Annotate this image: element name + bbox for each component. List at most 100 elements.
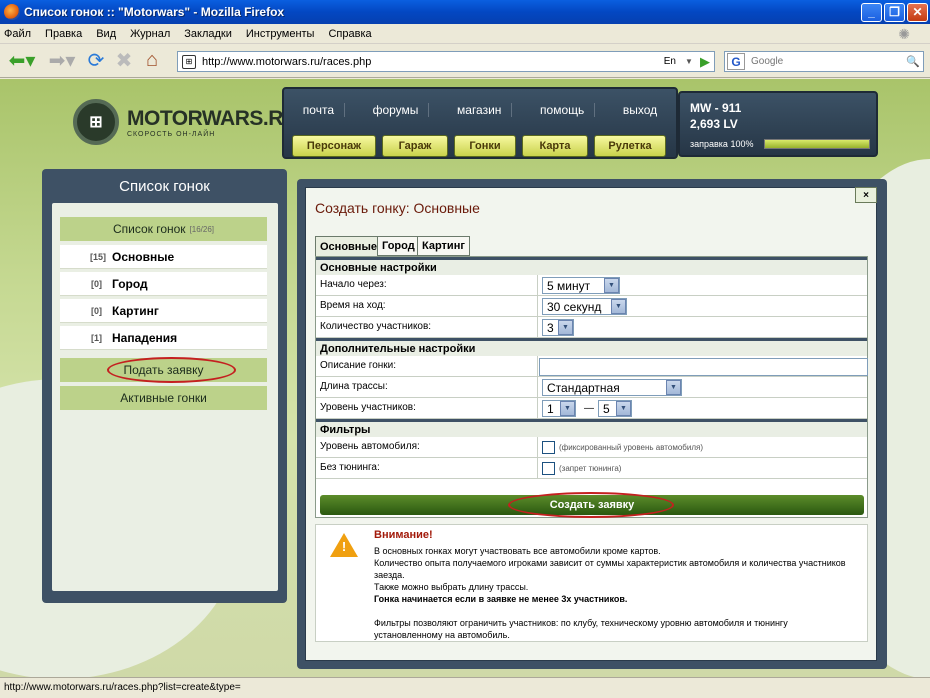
checkbox-hint: (запрет тюнинга)	[559, 464, 622, 473]
roulette-button[interactable]: Рулетка	[594, 135, 666, 157]
close-dialog-button[interactable]: ×	[855, 187, 877, 203]
site-favicon-icon: ⊞	[182, 54, 196, 69]
menu-bar: Файл Правка Вид Журнал Закладки Инструме…	[0, 24, 930, 44]
minimize-button[interactable]: _	[861, 2, 882, 22]
sidebar-item-count: [16/26]	[189, 224, 215, 234]
player-money: 2,693 LV	[690, 117, 738, 131]
page-content: ⊞ MOTORWARS.RU СКОРОСТЬ ОН-ЛАЙН почта фо…	[0, 79, 930, 677]
address-bar[interactable]: ⊞ http://www.motorwars.ru/races.php En ▼…	[177, 51, 715, 72]
field-label: Количество участников:	[320, 321, 432, 332]
races-button[interactable]: Гонки	[454, 135, 516, 157]
description-input[interactable]	[539, 357, 868, 376]
menu-history[interactable]: Журнал	[130, 28, 170, 40]
no-tuning-checkbox[interactable]	[542, 462, 555, 475]
turn-time-select[interactable]: 30 секунд ▼	[542, 298, 627, 315]
warning-text: Также можно выбрать длину трассы.	[374, 582, 529, 592]
select-value: 5 минут	[547, 278, 591, 293]
sidebar-item-count: [1]	[91, 332, 102, 343]
site-logo[interactable]: ⊞ MOTORWARS.RU СКОРОСТЬ ОН-ЛАЙН	[73, 99, 298, 145]
tab-main[interactable]: Основные	[315, 236, 382, 256]
tab-karting[interactable]: Картинг	[417, 236, 470, 256]
sidebar-item-label: Картинг	[112, 303, 159, 318]
field-turn-row: Время на ход: 30 секунд ▼	[316, 296, 867, 317]
level-separator: —	[584, 403, 594, 414]
field-start-row: Начало через: 5 минут ▼	[316, 275, 867, 296]
brand-name: MOTORWARS.RU	[127, 106, 298, 130]
menu-tools[interactable]: Инструменты	[246, 28, 315, 40]
sidebar-item-race-list[interactable]: Список гонок [16/26]	[60, 217, 267, 241]
level-to-select[interactable]: 5 ▼	[598, 400, 632, 417]
level-from-select[interactable]: 1 ▼	[542, 400, 576, 417]
dialog-body: Создать гонку: Основные Основные Город К…	[305, 187, 877, 661]
menu-view[interactable]: Вид	[96, 28, 116, 40]
firefox-icon	[4, 4, 20, 20]
url-dropdown-icon[interactable]: ▼	[682, 57, 696, 66]
chevron-down-icon: ▼	[616, 401, 631, 416]
warning-text: Гонка начинается если в заявке не менее …	[374, 594, 628, 604]
throbber-icon: ✺	[898, 26, 910, 42]
car-level-checkbox[interactable]	[542, 441, 555, 454]
back-button[interactable]: ⬅▾	[4, 47, 40, 75]
field-label: Описание гонки:	[320, 360, 397, 371]
field-label: Уровень участников:	[320, 402, 416, 413]
field-label: Начало через:	[320, 279, 387, 290]
sidebar-item-label: Город	[112, 276, 148, 291]
nav-forums[interactable]: форумы	[363, 103, 430, 117]
nav-logout[interactable]: выход	[613, 103, 667, 117]
tab-city[interactable]: Город	[377, 236, 420, 256]
field-label: Уровень автомобиля:	[320, 441, 420, 452]
forward-button[interactable]: ➡▾	[44, 47, 80, 75]
warning-box: ! Внимание! В основных гонках могут учас…	[315, 524, 868, 642]
chevron-down-icon: ▼	[611, 299, 626, 314]
home-icon[interactable]: ⌂	[140, 47, 164, 75]
sidebar-item-main[interactable]: [15] Основные	[60, 245, 267, 269]
create-race-dialog: Создать гонку: Основные Основные Город К…	[297, 179, 887, 669]
sidebar-item-attacks[interactable]: [1] Нападения	[60, 326, 267, 350]
logo-icon: ⊞	[73, 99, 119, 145]
menu-help[interactable]: Справка	[328, 28, 371, 40]
select-value: 30 секунд	[547, 299, 602, 314]
menu-file[interactable]: Файл	[4, 28, 31, 40]
character-button[interactable]: Персонаж	[292, 135, 376, 157]
close-window-button[interactable]: ✕	[907, 2, 928, 22]
url-text[interactable]: http://www.motorwars.ru/races.php	[202, 56, 664, 68]
highlight-oval	[107, 357, 236, 383]
select-value: Стандартная	[547, 380, 620, 395]
search-icon[interactable]: 🔍	[903, 55, 923, 68]
nav-help[interactable]: помощь	[530, 103, 596, 117]
nav-mail[interactable]: почта	[293, 103, 345, 117]
warning-text: В основных гонках могут участвовать все …	[374, 546, 661, 556]
menu-edit[interactable]: Правка	[45, 28, 82, 40]
search-input[interactable]	[751, 53, 903, 70]
active-races-link[interactable]: Активные гонки	[60, 386, 267, 410]
warning-text: Фильтры позволяют ограничить участников:…	[374, 618, 788, 640]
field-description-row: Описание гонки:	[316, 356, 868, 377]
title-bar: Список гонок :: "Motorwars" - Mozilla Fi…	[0, 0, 930, 24]
field-label: Без тюнинга:	[320, 462, 380, 473]
stop-icon[interactable]: ✖	[112, 47, 136, 75]
field-players-row: Количество участников: 3 ▼	[316, 317, 867, 338]
sidebar-item-city[interactable]: [0] Город	[60, 272, 267, 296]
select-value: 1	[547, 401, 554, 416]
reload-icon[interactable]: ⟳	[84, 47, 108, 75]
nav-shop[interactable]: магазин	[447, 103, 513, 117]
go-icon[interactable]: ▶	[696, 54, 714, 70]
field-no-tuning-row: Без тюнинга: (запрет тюнинга)	[316, 458, 867, 479]
players-count-select[interactable]: 3 ▼	[542, 319, 574, 336]
race-settings-form: Основные настройки Начало через: 5 минут…	[315, 256, 868, 518]
start-time-select[interactable]: 5 минут ▼	[542, 277, 620, 294]
sidebar-item-count: [0]	[91, 305, 102, 316]
status-bar: http://www.motorwars.ru/races.php?list=c…	[0, 677, 930, 698]
top-navigation: почта форумы магазин помощь выход Персон…	[282, 87, 678, 159]
maximize-button[interactable]: ❐	[884, 2, 905, 22]
map-button[interactable]: Карта	[522, 135, 588, 157]
chevron-down-icon: ▼	[604, 278, 619, 293]
sidebar-item-karting[interactable]: [0] Картинг	[60, 299, 267, 323]
menu-bookmarks[interactable]: Закладки	[184, 28, 232, 40]
fuel-bar	[764, 139, 870, 149]
field-length-row: Длина трассы: Стандартная ▼	[316, 377, 867, 398]
garage-button[interactable]: Гараж	[382, 135, 448, 157]
window-title: Список гонок :: "Motorwars" - Mozilla Fi…	[24, 5, 285, 19]
search-engine-icon[interactable]: G	[727, 53, 745, 70]
track-length-select[interactable]: Стандартная ▼	[542, 379, 682, 396]
